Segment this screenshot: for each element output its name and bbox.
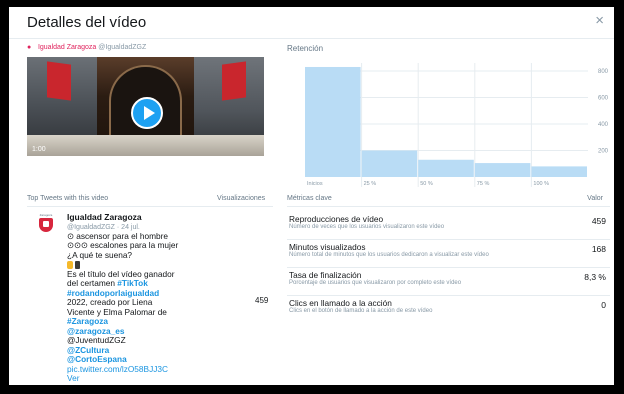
metrics-value-header: Valor <box>587 195 603 202</box>
metric-name: Clics en llamado a la acción <box>289 298 392 308</box>
top-tweets-header: Top Tweets with this video <box>27 195 109 202</box>
hashtag-link[interactable]: #TikTok <box>117 278 148 288</box>
video-details-dialog: Detalles del vídeo × ● Igualdad Zaragoza… <box>9 7 614 385</box>
dialog-header: Detalles del vídeo × <box>9 7 614 39</box>
metric-value: 8,3 % <box>584 272 606 282</box>
metric-description: Clics en el botón de llamado a la acción… <box>289 308 433 314</box>
chart-x-tick-label: 25 % <box>364 181 377 187</box>
tweet-item[interactable]: Igualdad Zaragoza @IgualdadZGZ · 24 jul.… <box>67 212 197 384</box>
video-duration: 1:00 <box>32 146 46 153</box>
chart-x-tick-label: 50 % <box>420 181 433 187</box>
chart-y-tick-label: 200 <box>598 148 609 154</box>
tweet-author-name[interactable]: Igualdad Zaragoza <box>67 212 197 223</box>
tweet-views-count: 459 <box>255 296 269 305</box>
tweet-text: del certamen <box>67 278 115 288</box>
metric-name: Minutos visualizados <box>289 242 366 252</box>
media-link[interactable]: pic.twitter.com/lzO58BJJ3C <box>67 364 197 375</box>
metric-row-minutes: Minutos visualizados Número total de min… <box>287 238 610 268</box>
video-frame-flag-left <box>47 61 71 101</box>
author-name[interactable]: Igualdad Zaragoza <box>38 44 96 51</box>
metric-description: Porcentaje de usuarios que visualizaron … <box>289 280 462 286</box>
phone-emoji-icon <box>75 260 80 269</box>
video-player[interactable]: 1:00 <box>27 57 264 156</box>
metric-value: 168 <box>591 244 606 254</box>
metric-name: Reproducciones de vídeo <box>289 214 384 224</box>
close-icon[interactable]: × <box>595 13 604 29</box>
play-icon[interactable] <box>131 97 163 129</box>
metric-description: Número total de minutos que los usuarios… <box>289 252 489 258</box>
author-handle: @IgualdadZGZ <box>98 44 147 51</box>
metric-name: Tasa de finalización <box>289 270 362 280</box>
retention-chart: 200 400 600 800 Inicios 25 % 50 % 75 % 100 % <box>305 63 609 187</box>
chart-y-tick-label: 600 <box>598 95 609 101</box>
tweets-divider <box>27 206 273 207</box>
video-frame-floor <box>27 135 264 156</box>
tweet-text-line: ¿A qué te suena? <box>67 249 133 260</box>
metrics-divider <box>287 206 610 207</box>
chart-bar <box>361 150 418 177</box>
author-logo-icon: ● <box>27 44 32 51</box>
metric-description: Número de veces que los usuarios visuali… <box>289 224 445 230</box>
chart-y-tick-label: 800 <box>598 69 609 75</box>
chart-bar <box>474 163 531 177</box>
dialog-title: Detalles del vídeo <box>27 14 147 31</box>
chart-bar <box>531 166 587 177</box>
metric-value: 0 <box>601 300 606 310</box>
views-header: Visualizaciones <box>217 195 266 202</box>
hand-emoji-icon <box>67 260 73 269</box>
metric-row-completion: Tasa de finalización Porcentaje de usuar… <box>287 266 610 296</box>
metric-row-cta-clicks: Clics en llamado a la acción Clics en el… <box>287 294 610 324</box>
avatar-label: Zaragoza <box>39 213 53 217</box>
chart-x-tick-label: 100 % <box>533 181 549 187</box>
see-more-link[interactable]: Ver <box>67 373 197 384</box>
shield-icon <box>39 218 53 232</box>
chart-y-tick-label: 400 <box>598 122 609 128</box>
chart-bar <box>418 159 474 177</box>
retention-title: Retención <box>287 44 324 53</box>
chart-bar <box>305 66 361 177</box>
avatar[interactable]: Zaragoza <box>37 213 55 235</box>
metrics-header: Métricas clave <box>287 195 332 202</box>
video-frame-flag-right <box>222 61 246 101</box>
chart-x-tick-label: 75 % <box>477 181 490 187</box>
metric-row-plays: Reproducciones de vídeo Número de veces … <box>287 210 610 240</box>
chart-x-tick-label: Inicios <box>307 181 323 187</box>
metric-value: 459 <box>591 216 606 226</box>
video-author: ● Igualdad Zaragoza @IgualdadZGZ <box>27 44 146 52</box>
